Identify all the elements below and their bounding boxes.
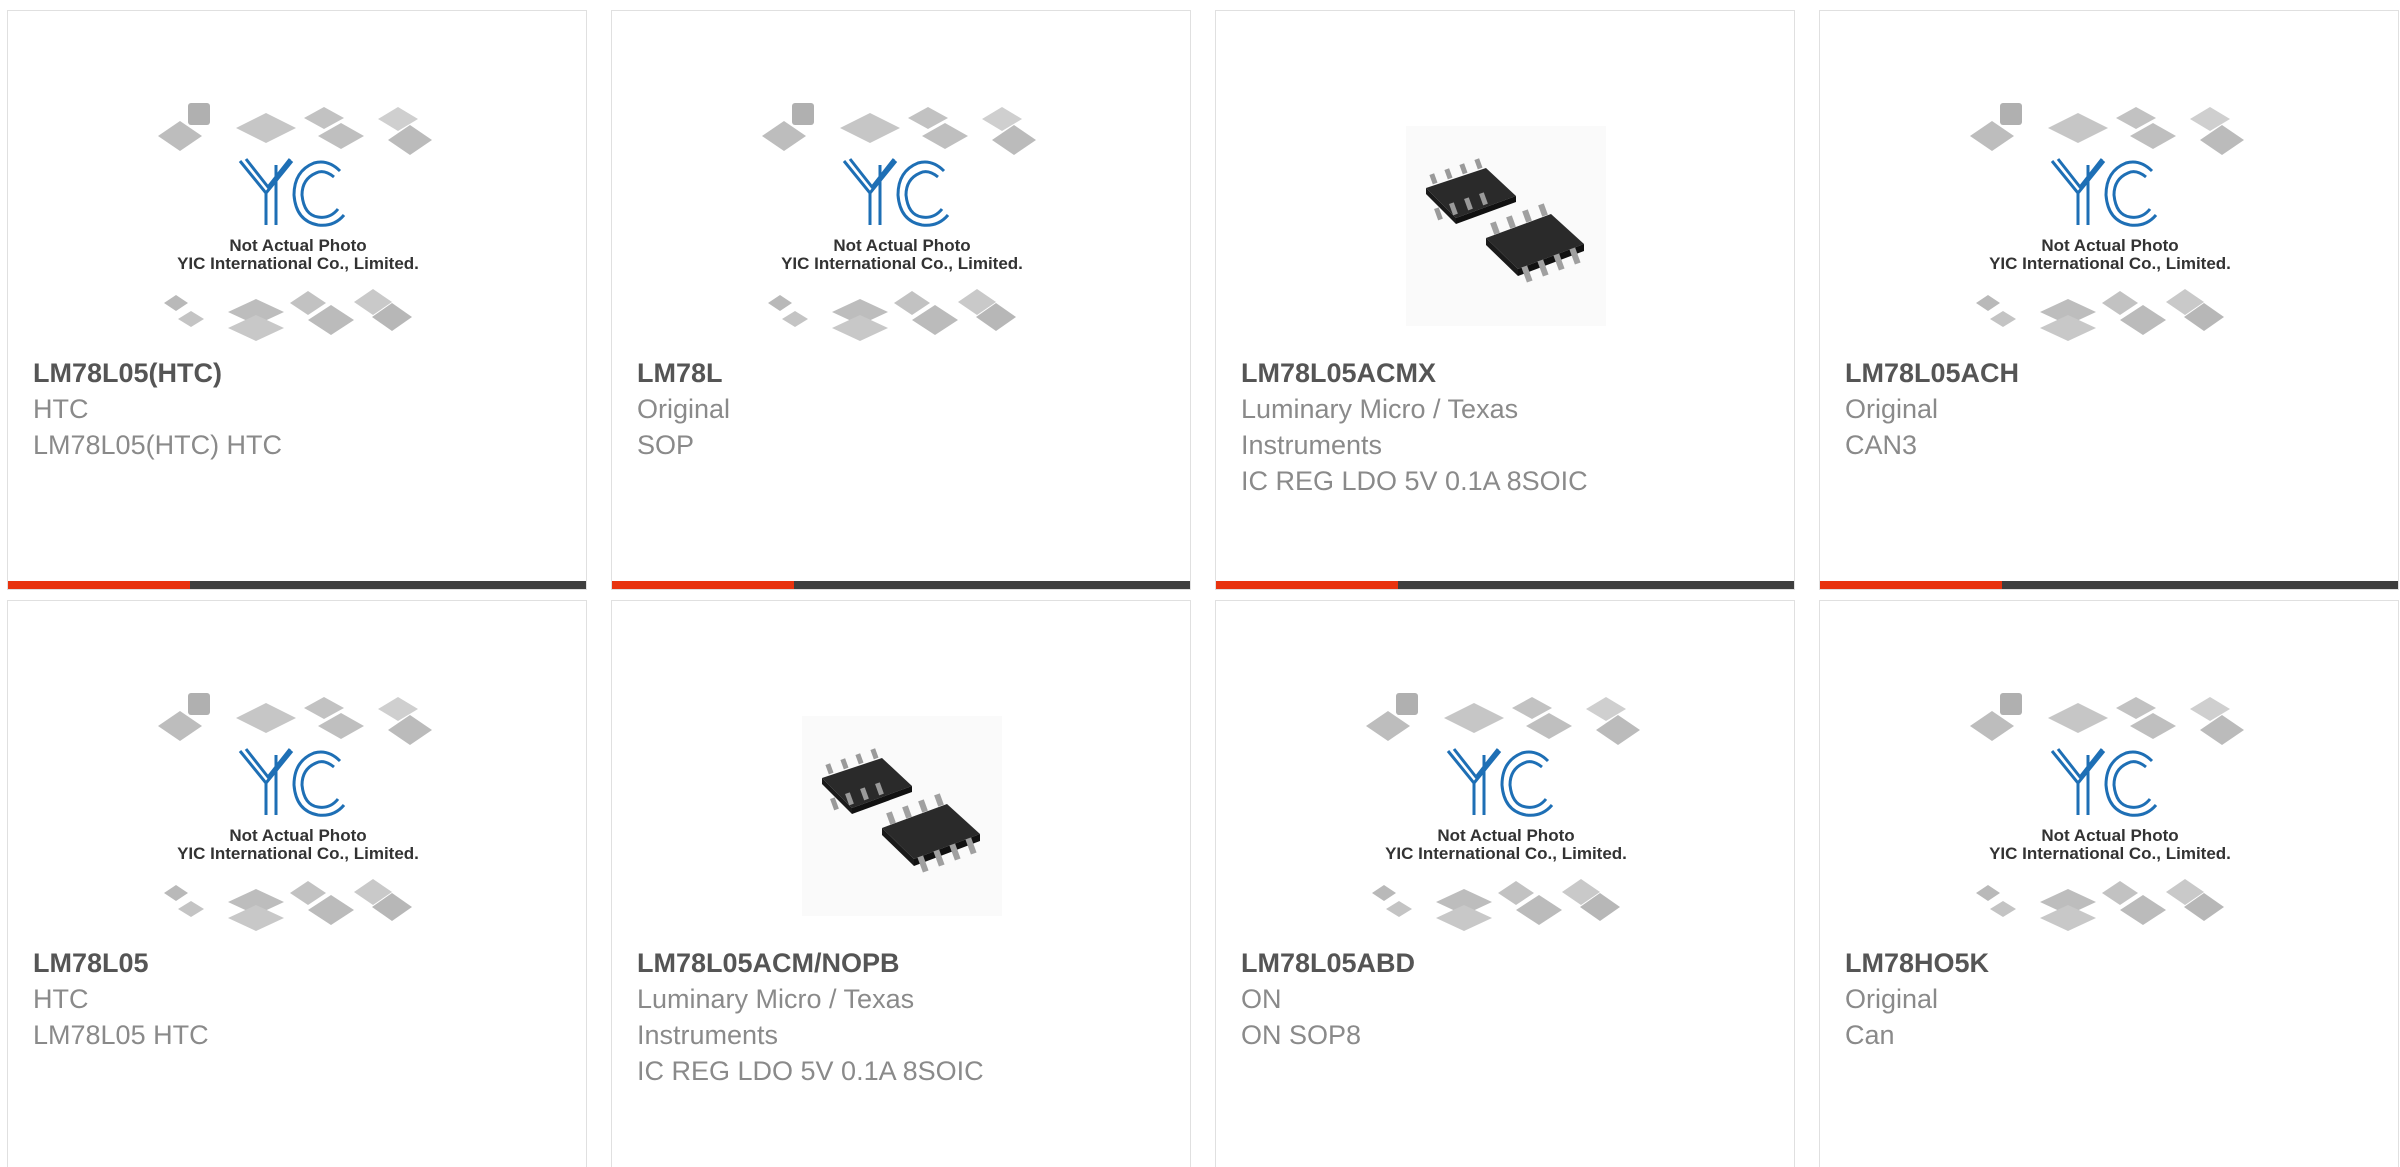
not-actual-photo-placeholder: Not Actual Photo YIC International Co., … bbox=[158, 103, 432, 341]
product-part-number[interactable]: LM78L05(HTC) bbox=[33, 355, 413, 391]
svg-text:Not Actual Photo: Not Actual Photo bbox=[1437, 826, 1574, 845]
product-manufacturer: Original bbox=[637, 394, 731, 424]
svg-text:Not Actual Photo: Not Actual Photo bbox=[229, 236, 366, 255]
soic-chip-image bbox=[802, 716, 1002, 916]
product-image[interactable] bbox=[762, 681, 1042, 951]
product-image[interactable]: Not Actual Photo YIC International Co., … bbox=[1970, 681, 2250, 951]
product-description: LM78L05 HTC bbox=[33, 1020, 209, 1050]
product-part-number[interactable]: LM78L05 bbox=[33, 945, 413, 981]
product-description: ON SOP8 bbox=[1241, 1020, 1362, 1050]
product-grid: Not Actual Photo YIC International Co., … bbox=[7, 10, 2399, 1167]
product-manufacturer: HTC bbox=[33, 984, 89, 1014]
card-bar-accent bbox=[1820, 581, 2002, 589]
product-image[interactable] bbox=[1366, 91, 1646, 361]
product-manufacturer: Luminary Micro / Texas Instruments bbox=[637, 984, 915, 1050]
product-image[interactable]: Not Actual Photo YIC International Co., … bbox=[1970, 91, 2250, 361]
product-card[interactable]: Not Actual Photo YIC International Co., … bbox=[7, 10, 587, 590]
card-bottom-bar bbox=[8, 581, 586, 589]
not-actual-photo-placeholder: Not Actual Photo YIC International Co., … bbox=[158, 693, 432, 931]
svg-text:YIC International Co., Limited: YIC International Co., Limited. bbox=[177, 254, 419, 273]
card-bar-accent bbox=[612, 581, 794, 589]
svg-text:Not Actual Photo: Not Actual Photo bbox=[2041, 826, 2178, 845]
product-manufacturer: ON bbox=[1241, 984, 1282, 1014]
product-card[interactable]: Not Actual Photo YIC International Co., … bbox=[611, 10, 1191, 590]
product-manufacturer: Original bbox=[1845, 984, 1939, 1014]
product-manufacturer: HTC bbox=[33, 394, 89, 424]
not-actual-photo-placeholder: Not Actual Photo YIC International Co., … bbox=[1366, 693, 1640, 931]
product-card[interactable]: Not Actual Photo YIC International Co., … bbox=[1215, 600, 1795, 1167]
soic-chip-image bbox=[1406, 126, 1606, 326]
not-actual-photo-placeholder: Not Actual Photo YIC International Co., … bbox=[762, 103, 1036, 341]
product-description: LM78L05(HTC) HTC bbox=[33, 430, 283, 460]
product-part-number[interactable]: LM78L bbox=[637, 355, 1017, 391]
product-description: Can bbox=[1845, 1020, 1895, 1050]
svg-text:Not Actual Photo: Not Actual Photo bbox=[229, 826, 366, 845]
card-bottom-bar bbox=[612, 581, 1190, 589]
not-actual-photo-placeholder: Not Actual Photo YIC International Co., … bbox=[1970, 693, 2244, 931]
product-description: CAN3 bbox=[1845, 430, 1918, 460]
svg-text:Not Actual Photo: Not Actual Photo bbox=[833, 236, 970, 255]
product-description: IC REG LDO 5V 0.1A 8SOIC bbox=[1241, 466, 1588, 496]
card-bar-accent bbox=[8, 581, 190, 589]
product-manufacturer: Luminary Micro / Texas Instruments bbox=[1241, 394, 1519, 460]
not-actual-photo-placeholder: Not Actual Photo YIC International Co., … bbox=[1970, 103, 2244, 341]
svg-text:YIC International Co., Limited: YIC International Co., Limited. bbox=[1989, 844, 2231, 863]
card-bottom-bar bbox=[1216, 581, 1794, 589]
svg-text:YIC International Co., Limited: YIC International Co., Limited. bbox=[781, 254, 1023, 273]
product-part-number[interactable]: LM78L05ACM/NOPB bbox=[637, 945, 1017, 981]
product-part-number[interactable]: LM78HO5K bbox=[1845, 945, 2225, 981]
product-card[interactable]: Not Actual Photo YIC International Co., … bbox=[7, 600, 587, 1167]
product-description: SOP bbox=[637, 430, 695, 460]
product-card[interactable]: LM78L05ACM/NOPB Luminary Micro / Texas I… bbox=[611, 600, 1191, 1167]
svg-text:YIC International Co., Limited: YIC International Co., Limited. bbox=[1385, 844, 1627, 863]
product-card[interactable]: LM78L05ACMX Luminary Micro / Texas Instr… bbox=[1215, 10, 1795, 590]
product-card[interactable]: Not Actual Photo YIC International Co., … bbox=[1819, 10, 2399, 590]
product-image[interactable]: Not Actual Photo YIC International Co., … bbox=[158, 91, 438, 361]
product-part-number[interactable]: LM78L05ACMX bbox=[1241, 355, 1621, 391]
product-image[interactable]: Not Actual Photo YIC International Co., … bbox=[158, 681, 438, 951]
card-bar-accent bbox=[1216, 581, 1398, 589]
product-card[interactable]: Not Actual Photo YIC International Co., … bbox=[1819, 600, 2399, 1167]
product-image[interactable]: Not Actual Photo YIC International Co., … bbox=[762, 91, 1042, 361]
svg-text:Not Actual Photo: Not Actual Photo bbox=[2041, 236, 2178, 255]
svg-text:YIC International Co., Limited: YIC International Co., Limited. bbox=[1989, 254, 2231, 273]
card-bottom-bar bbox=[1820, 581, 2398, 589]
product-manufacturer: Original bbox=[1845, 394, 1939, 424]
svg-text:YIC International Co., Limited: YIC International Co., Limited. bbox=[177, 844, 419, 863]
product-description: IC REG LDO 5V 0.1A 8SOIC bbox=[637, 1056, 984, 1086]
product-part-number[interactable]: LM78L05ABD bbox=[1241, 945, 1621, 981]
product-image[interactable]: Not Actual Photo YIC International Co., … bbox=[1366, 681, 1646, 951]
product-part-number[interactable]: LM78L05ACH bbox=[1845, 355, 2225, 391]
